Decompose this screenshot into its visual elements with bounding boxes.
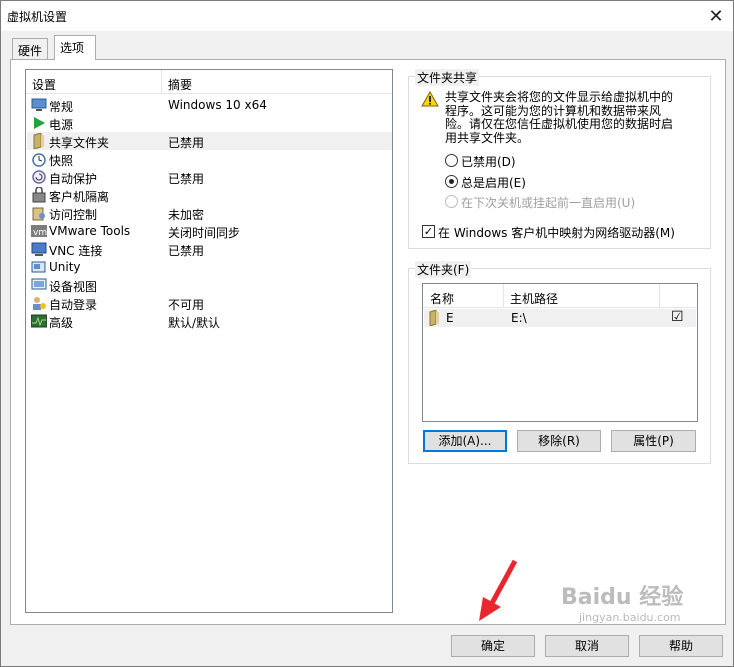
settings-row-label: 高级	[49, 316, 74, 330]
folder-sharing-title: 文件夹共享	[415, 69, 480, 86]
folder-name: E	[446, 311, 454, 325]
close-button[interactable]: ✕	[699, 1, 733, 31]
autologin-icon	[31, 295, 47, 311]
settings-row-summary: 已禁用	[168, 244, 205, 258]
settings-row-vmware-tools[interactable]: vm VMware Tools 关闭时间同步	[27, 222, 392, 240]
radio-always-enabled-label[interactable]: 总是启用(E)	[461, 174, 526, 191]
settings-row-general[interactable]: 常规 Windows 10 x64	[27, 96, 392, 114]
advanced-icon	[31, 313, 47, 329]
settings-row-summary: Windows 10 x64	[168, 98, 267, 112]
annotation-arrow-icon	[479, 559, 518, 621]
vmware-tools-icon: vm	[31, 223, 47, 239]
settings-row-label: 自动登录	[49, 298, 98, 312]
ok-button[interactable]: 确定	[451, 635, 535, 657]
folder-row[interactable]: E E:\ ☑	[424, 309, 696, 327]
autoprotect-icon	[31, 169, 47, 185]
svg-text:vm: vm	[33, 228, 47, 238]
settings-row-label: 设备视图	[49, 280, 98, 294]
shared-folder-icon	[31, 133, 47, 149]
settings-list[interactable]: 设置 摘要 常规 Windows 10 x64 电源 共享文件夹 已禁用 快照 …	[25, 69, 393, 613]
settings-row-isolation[interactable]: 客户机隔离	[27, 186, 392, 204]
baidu-watermark: Baidu 经验	[561, 585, 684, 610]
radio-always-enabled[interactable]	[445, 175, 458, 188]
column-header-host-path[interactable]: 主机路径	[510, 290, 558, 307]
settings-row-label: 常规	[49, 100, 74, 114]
settings-row-label: 电源	[49, 118, 74, 132]
settings-row-snapshots[interactable]: 快照	[27, 150, 392, 168]
settings-row-label: 自动保护	[49, 172, 98, 186]
vnc-icon	[31, 241, 47, 257]
vm-settings-window: 虚拟机设置 ✕ 硬件 选项 设置 摘要 常规 Windows 10 x64 电源	[0, 0, 734, 667]
radio-until-poweroff-label: 在下次关机或挂起前一直启用(U)	[461, 196, 636, 210]
column-header-name[interactable]: 名称	[430, 290, 454, 307]
settings-row-summary: 默认/默认	[168, 316, 221, 330]
settings-row-label: 共享文件夹	[49, 136, 110, 150]
baidu-watermark-url: jingyan.baidu.com	[579, 611, 681, 624]
folders-table[interactable]: 名称 主机路径 E E:\ ☑	[422, 283, 698, 422]
folder-properties-button[interactable]: 属性(P)	[611, 430, 696, 452]
settings-row-unity[interactable]: Unity	[27, 258, 392, 276]
settings-row-summary: 已禁用	[168, 136, 205, 150]
title-bar: 虚拟机设置 ✕	[1, 1, 733, 31]
add-folder-button[interactable]: 添加(A)...	[423, 430, 507, 452]
snapshot-icon	[31, 151, 47, 167]
settings-row-power[interactable]: 电源	[27, 114, 392, 132]
folder-path: E:\	[511, 311, 527, 325]
map-network-drive-label[interactable]: 在 Windows 客户机中映射为网络驱动器(M)	[438, 224, 675, 241]
window-title: 虚拟机设置	[7, 10, 68, 24]
sharing-warning-text: 共享文件夹会将您的文件显示给虚拟机中的程序。这可能为您的计算机和数据带来风险。请…	[445, 90, 674, 145]
settings-row-device-view[interactable]: 设备视图	[27, 276, 392, 294]
settings-row-label: 访问控制	[49, 208, 98, 222]
settings-row-access-control[interactable]: 访问控制 未加密	[27, 204, 392, 222]
settings-row-label: 客户机隔离	[49, 190, 110, 204]
settings-row-summary: 不可用	[168, 298, 205, 312]
unity-icon	[31, 259, 47, 275]
settings-row-summary: 已禁用	[168, 172, 205, 186]
folders-table-header: 名称 主机路径	[423, 284, 697, 308]
power-icon	[31, 115, 47, 131]
folders-group-title: 文件夹(F)	[415, 261, 472, 278]
folder-icon	[429, 309, 441, 329]
close-icon: ✕	[708, 5, 724, 27]
list-header: 设置 摘要	[26, 70, 392, 94]
settings-row-summary: 关闭时间同步	[168, 226, 241, 240]
settings-row-label: 快照	[49, 154, 74, 168]
device-view-icon	[31, 277, 47, 293]
settings-row-label: VNC 连接	[49, 244, 103, 258]
settings-row-advanced[interactable]: 高级 默认/默认	[27, 312, 392, 330]
settings-row-label: Unity	[49, 260, 81, 274]
radio-until-poweroff	[445, 195, 458, 208]
cancel-button[interactable]: 取消	[545, 635, 629, 657]
general-icon	[31, 97, 47, 113]
settings-row-summary: 未加密	[168, 208, 205, 222]
column-header-setting[interactable]: 设置	[32, 76, 56, 93]
tab-hardware[interactable]: 硬件	[12, 38, 48, 60]
help-button[interactable]: 帮助	[639, 635, 723, 657]
column-header-summary[interactable]: 摘要	[168, 76, 192, 93]
settings-row-vnc[interactable]: VNC 连接 已禁用	[27, 240, 392, 258]
access-control-icon	[31, 205, 47, 221]
remove-folder-button[interactable]: 移除(R)	[517, 430, 601, 452]
radio-disabled-label[interactable]: 已禁用(D)	[461, 153, 516, 170]
radio-disabled[interactable]	[445, 154, 458, 167]
folder-enabled-checkbox[interactable]: ☑	[671, 309, 684, 325]
settings-row-shared-folders[interactable]: 共享文件夹 已禁用	[27, 132, 392, 150]
settings-row-autoprotect[interactable]: 自动保护 已禁用	[27, 168, 392, 186]
isolation-icon	[31, 187, 47, 203]
settings-row-label: VMware Tools	[49, 224, 131, 238]
tab-options[interactable]: 选项	[54, 35, 96, 60]
settings-row-autologin[interactable]: 自动登录 不可用	[27, 294, 392, 312]
map-network-drive-checkbox[interactable]: ✓	[422, 225, 435, 238]
warning-icon	[421, 90, 439, 110]
